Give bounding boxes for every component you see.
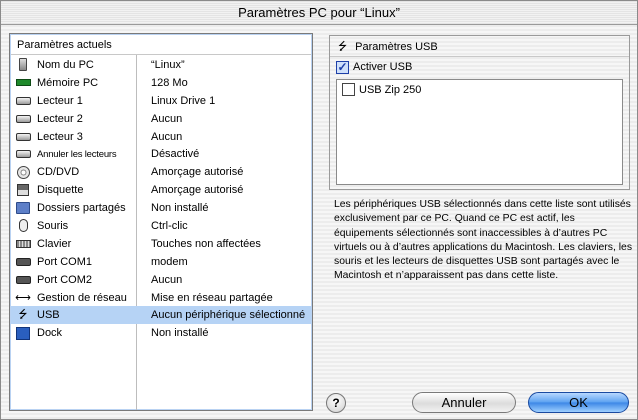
settings-row-value: Aucun (151, 112, 183, 125)
settings-row-value: Non installé (151, 202, 209, 215)
help-button[interactable]: ? (326, 393, 346, 413)
settings-row-name: Disquette (37, 184, 84, 197)
memory-icon (15, 76, 31, 90)
current-settings-list[interactable]: Paramètres actuels Nom du PC “Linux” Mémoi… (9, 33, 313, 411)
usb-device-label: USB Zip 250 (359, 83, 422, 96)
settings-row[interactable]: Souris Ctrl-clic (11, 217, 311, 235)
settings-row-name: Port COM2 (37, 273, 93, 286)
settings-row-name: USB (37, 309, 60, 322)
drive-icon (15, 112, 31, 126)
usb-icon: ⭍ (18, 309, 28, 322)
settings-row[interactable]: Lecteur 2 Aucun (11, 110, 311, 128)
settings-row-value: Amorçage autorisé (151, 184, 244, 197)
settings-row[interactable]: Nom du PC “Linux” (11, 56, 311, 74)
settings-row[interactable]: Annuler les lecteurs Désactivé (11, 145, 311, 163)
usb-settings-panel: ⭍ Paramètres USB ✓ Activer USB USB Zip 2… (329, 35, 630, 190)
settings-row[interactable]: Lecteur 1 Linux Drive 1 (11, 92, 311, 110)
disabled-drives-icon (15, 147, 31, 161)
current-settings-header: Paramètres actuels (11, 35, 311, 55)
settings-row[interactable]: CD/DVD Amorçage autorisé (11, 163, 311, 181)
settings-row[interactable]: Clavier Touches non affectées (11, 235, 311, 253)
settings-row-name: Souris (37, 219, 69, 232)
port-icon (15, 255, 31, 269)
settings-row-value: Mise en réseau partagée (151, 291, 273, 304)
settings-row[interactable]: ⭍ USB Aucun périphérique sélectionné (11, 306, 311, 325)
settings-row[interactable]: Port COM2 Aucun (11, 271, 311, 289)
settings-row-value: Non installé (151, 327, 209, 340)
keyboard-icon (15, 237, 31, 251)
usb-device-list[interactable]: USB Zip 250 (336, 79, 623, 185)
settings-row-name: Mémoire PC (37, 76, 99, 89)
settings-rows: Nom du PC “Linux” Mémoire PC 128 Mo Lecteur … (11, 56, 311, 342)
shared-folder-icon (15, 201, 31, 215)
settings-row-name: Dock (37, 327, 63, 340)
usb-device-item[interactable]: USB Zip 250 (342, 83, 421, 96)
settings-row-value: “Linux” (151, 58, 185, 71)
mouse-icon (15, 219, 31, 233)
settings-row-name: Gestion de réseau (37, 291, 127, 304)
settings-row-value: 128 Mo (151, 76, 188, 89)
activate-usb-label: Activer USB (353, 61, 413, 73)
pc-settings-window: Paramètres PC pour “Linux” Paramètres ac… (0, 0, 638, 420)
network-icon: ⟷ (15, 291, 31, 304)
port-icon (15, 273, 31, 287)
settings-row[interactable]: Dossiers partagés Non installé (11, 199, 311, 217)
settings-row-name: Dossiers partagés (37, 202, 126, 215)
drive-icon (15, 130, 31, 144)
settings-row-value: Désactivé (151, 148, 200, 161)
settings-row-name: Lecteur 2 (37, 112, 83, 125)
divider (330, 56, 629, 57)
settings-row-value: Aucun périphérique sélectionné (151, 309, 306, 322)
settings-row-name: Lecteur 3 (37, 130, 83, 143)
usb-settings-title-text: Paramètres USB (355, 41, 438, 53)
usb-device-checkbox[interactable] (342, 83, 355, 96)
activate-usb-checkbox[interactable]: ✓ Activer USB (336, 59, 412, 75)
settings-row-value: modem (151, 255, 188, 268)
usb-description: Les périphériques USB sélectionnés dans … (334, 199, 633, 282)
settings-row-value: Linux Drive 1 (151, 94, 216, 107)
settings-row-value: Ctrl-clic (151, 219, 188, 232)
settings-row-name: Port COM1 (37, 255, 93, 268)
settings-row[interactable]: Port COM1 modem (11, 253, 311, 271)
settings-row-value: Aucun (151, 130, 183, 143)
settings-row-name: Annuler les lecteurs (37, 148, 117, 160)
settings-row-name: Nom du PC (37, 58, 94, 71)
cancel-button[interactable]: Annuler (412, 392, 516, 413)
settings-row[interactable]: Lecteur 3 Aucun (11, 128, 311, 146)
settings-row-value: Touches non affectées (151, 237, 261, 250)
settings-row-value: Amorçage autorisé (151, 166, 244, 179)
drive-icon (15, 94, 31, 108)
window-title: Paramètres PC pour “Linux” (1, 1, 637, 25)
dock-icon (15, 326, 31, 340)
cd-icon (15, 165, 31, 179)
settings-row[interactable]: Disquette Amorçage autorisé (11, 181, 311, 199)
pc-icon (15, 58, 31, 72)
settings-row[interactable]: Mémoire PC 128 Mo (11, 74, 311, 92)
usb-settings-title: ⭍ Paramètres USB (338, 39, 438, 55)
settings-row-name: Clavier (37, 237, 72, 250)
usb-icon: ⭍ (338, 41, 348, 53)
settings-row-name: Lecteur 1 (37, 94, 83, 107)
settings-row-value: Aucun (151, 273, 183, 286)
settings-row[interactable]: ⟷ Gestion de réseau Mise en réseau partagé… (11, 289, 311, 307)
ok-button[interactable]: OK (528, 392, 629, 413)
floppy-icon (15, 183, 31, 197)
activate-usb-checkmark[interactable]: ✓ (336, 60, 349, 74)
settings-row-name: CD/DVD (37, 166, 80, 179)
settings-row[interactable]: Dock Non installé (11, 324, 311, 342)
